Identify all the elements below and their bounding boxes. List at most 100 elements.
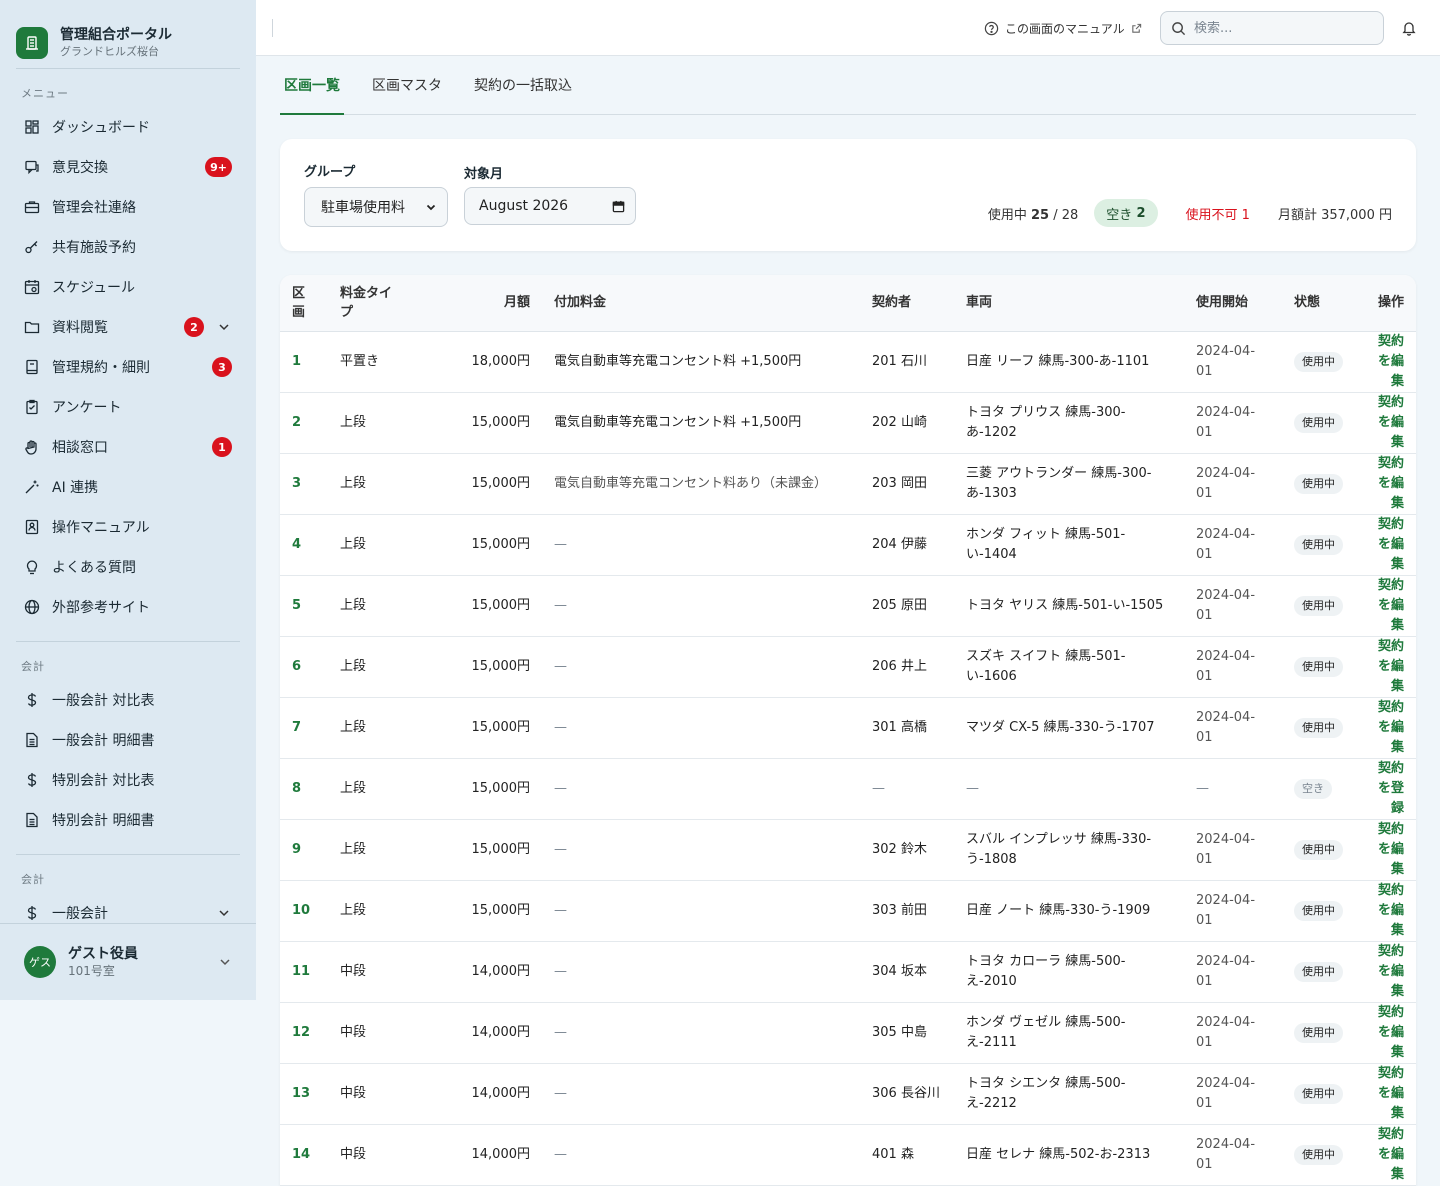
search-input[interactable] bbox=[1194, 20, 1364, 36]
col-action: 操作 bbox=[1356, 275, 1416, 332]
col-amount[interactable]: 月額 bbox=[414, 275, 542, 332]
sidebar-item-manual-10[interactable]: 操作マニュアル bbox=[0, 507, 256, 547]
sidebar-item-book-6[interactable]: 管理規約・細則 3 bbox=[0, 347, 256, 387]
amount-cell: 15,000円 bbox=[414, 453, 542, 515]
start-date-cell: 2024-04-01 bbox=[1184, 819, 1282, 881]
sidebar-item-hand-8[interactable]: 相談窓口 1 bbox=[0, 427, 256, 467]
amount-cell: 14,000円 bbox=[414, 1002, 542, 1064]
status-badge: 使用中 bbox=[1294, 473, 1343, 494]
lot-number[interactable]: 5 bbox=[280, 575, 328, 637]
contractor-cell: 303 前田 bbox=[860, 880, 954, 942]
table-row[interactable]: 11 中段 14,000円 —304 坂本 トヨタ カローラ 練馬-500-え-2010… bbox=[280, 941, 1416, 1003]
bell-icon[interactable] bbox=[1400, 19, 1418, 37]
sidebar-item-document-1[interactable]: 一般会計 明細書 bbox=[0, 720, 256, 760]
edit-contract-link[interactable]: 契約を編集 bbox=[1378, 578, 1404, 633]
start-date-cell: 2024-04-01 bbox=[1184, 1063, 1282, 1125]
amount-cell: 15,000円 bbox=[414, 392, 542, 454]
contractor-cell: 304 坂本 bbox=[860, 941, 954, 1003]
table-row[interactable]: 9 上段 15,000円 —302 鈴木 スバル インプレッサ 練馬-330-う-180… bbox=[280, 819, 1416, 881]
lot-number[interactable]: 2 bbox=[280, 392, 328, 454]
lot-number[interactable]: 13 bbox=[280, 1063, 328, 1125]
user-menu[interactable]: ゲス ゲスト役員 101号室 bbox=[0, 923, 256, 1000]
table-row[interactable]: 14 中段 14,000円 —401 森日産 セレナ 練馬-502-お-2313 202… bbox=[280, 1124, 1416, 1186]
action-cell: 契約を編集 bbox=[1356, 331, 1416, 393]
brand[interactable]: 管理組合ポータル グランドヒルズ桜台 bbox=[0, 0, 256, 68]
table-row[interactable]: 2 上段 15,000円 電気自動車等充電コンセント料 +1,500円 202 山崎 トヨ… bbox=[280, 392, 1416, 454]
sidebar-item-dollar-0[interactable]: 一般会計 対比表 bbox=[0, 680, 256, 720]
sidebar-item-globe-12[interactable]: 外部参考サイト bbox=[0, 587, 256, 627]
col-vehicle[interactable]: 車両 bbox=[954, 275, 1184, 332]
lot-number[interactable]: 6 bbox=[280, 636, 328, 698]
table-row[interactable]: 1 平置き 18,000円 電気自動車等充電コンセント料 +1,500円 201 石川日… bbox=[280, 331, 1416, 393]
sidebar-item-grid-0[interactable]: ダッシュボード bbox=[0, 107, 256, 147]
table-row[interactable]: 4 上段 15,000円 —204 伊藤 ホンダ フィット 練馬-501-い-1404 2… bbox=[280, 514, 1416, 576]
tab-0[interactable]: 区画一覧 bbox=[280, 55, 344, 115]
tab-1[interactable]: 区画マスタ bbox=[368, 55, 446, 114]
lot-number[interactable]: 11 bbox=[280, 941, 328, 1003]
edit-contract-link[interactable]: 契約を編集 bbox=[1378, 456, 1404, 511]
manual-link[interactable]: この画面のマニュアル bbox=[984, 18, 1142, 38]
search-box[interactable] bbox=[1160, 11, 1384, 45]
status-cell: 使用中 bbox=[1282, 819, 1356, 881]
sidebar-item-briefcase-2[interactable]: 管理会社連絡 bbox=[0, 187, 256, 227]
edit-contract-link[interactable]: 契約を編集 bbox=[1378, 334, 1404, 389]
extra-fee-cell: — bbox=[542, 697, 860, 759]
table-row[interactable]: 8 上段 15,000円 — — — — 空き 契約を登録 bbox=[280, 758, 1416, 820]
table-row[interactable]: 6 上段 15,000円 —206 井上 スズキ スイフト 練馬-501-い-1606 2… bbox=[280, 636, 1416, 698]
tab-2[interactable]: 契約の一括取込 bbox=[470, 55, 576, 114]
sidebar-item-key-3[interactable]: 共有施設予約 bbox=[0, 227, 256, 267]
edit-contract-link[interactable]: 契約を編集 bbox=[1378, 1066, 1404, 1121]
main-content: 区画一覧 区画マスタ 契約の一括取込 グループ 駐車場使用料 対象月 August … bbox=[280, 55, 1416, 1186]
lot-number[interactable]: 12 bbox=[280, 1002, 328, 1064]
briefcase-icon bbox=[24, 199, 40, 215]
sidebar-item-calendar-4[interactable]: スケジュール bbox=[0, 267, 256, 307]
sidebar-item-folder-5[interactable]: 資料閲覧 2 bbox=[0, 307, 256, 347]
lot-number[interactable]: 1 bbox=[280, 331, 328, 393]
edit-contract-link[interactable]: 契約を編集 bbox=[1378, 944, 1404, 999]
sidebar-item-document-3[interactable]: 特別会計 明細書 bbox=[0, 800, 256, 840]
lot-number[interactable]: 8 bbox=[280, 758, 328, 820]
col-start[interactable]: 使用開始 bbox=[1184, 275, 1282, 332]
register-contract-link[interactable]: 契約を登録 bbox=[1378, 761, 1404, 816]
edit-contract-link[interactable]: 契約を編集 bbox=[1378, 639, 1404, 694]
status-badge: 使用中 bbox=[1294, 412, 1343, 433]
table-row[interactable]: 10 上段 15,000円 —303 前田 日産 ノート 練馬-330-う-1909 20… bbox=[280, 880, 1416, 942]
lot-number[interactable]: 3 bbox=[280, 453, 328, 515]
lot-number[interactable]: 10 bbox=[280, 880, 328, 942]
group-select[interactable]: 駐車場使用料 bbox=[304, 187, 448, 227]
edit-contract-link[interactable]: 契約を編集 bbox=[1378, 1127, 1404, 1182]
edit-contract-link[interactable]: 契約を編集 bbox=[1378, 395, 1404, 450]
col-status[interactable]: 状態 bbox=[1282, 275, 1356, 332]
sidebar-item-bulb-11[interactable]: よくある質問 bbox=[0, 547, 256, 587]
lot-number[interactable]: 9 bbox=[280, 819, 328, 881]
table-row[interactable]: 3 上段 15,000円 電気自動車等充電コンセント料あり（未課金） 203 岡田 三菱 … bbox=[280, 453, 1416, 515]
lot-number[interactable]: 7 bbox=[280, 697, 328, 759]
action-cell: 契約を登録 bbox=[1356, 758, 1416, 820]
col-contractor[interactable]: 契約者 bbox=[860, 275, 954, 332]
edit-contract-link[interactable]: 契約を編集 bbox=[1378, 883, 1404, 938]
table-row[interactable]: 13 中段 14,000円 —306 長谷川 トヨタ シエンタ 練馬-500-え-221… bbox=[280, 1063, 1416, 1125]
sidebar-item-chat-1[interactable]: 意見交換 9+ bbox=[0, 147, 256, 187]
table-row[interactable]: 12 中段 14,000円 —305 中島 ホンダ ヴェゼル 練馬-500-え-2111… bbox=[280, 1002, 1416, 1064]
avatar: ゲス bbox=[24, 946, 56, 978]
menu-section-label: メニュー bbox=[21, 87, 69, 100]
edit-contract-link[interactable]: 契約を編集 bbox=[1378, 517, 1404, 572]
status-badge: 使用中 bbox=[1294, 717, 1343, 738]
col-lot[interactable]: 区画 bbox=[280, 275, 328, 332]
lot-number[interactable]: 4 bbox=[280, 514, 328, 576]
sidebar-item-dollar-2[interactable]: 特別会計 対比表 bbox=[0, 760, 256, 800]
edit-contract-link[interactable]: 契約を編集 bbox=[1378, 700, 1404, 755]
month-input[interactable]: August 2026 bbox=[464, 187, 636, 225]
edit-contract-link[interactable]: 契約を編集 bbox=[1378, 822, 1404, 877]
col-extra[interactable]: 付加料金 bbox=[542, 275, 860, 332]
table-row[interactable]: 7 上段 15,000円 —301 高橋 マツダ CX-5 練馬-330-う-1707 2… bbox=[280, 697, 1416, 759]
table-row[interactable]: 5 上段 15,000円 —205 原田 トヨタ ヤリス 練馬-501-い-1505 20… bbox=[280, 575, 1416, 637]
vehicle-cell: ホンダ フィット 練馬-501-い-1404 bbox=[954, 514, 1184, 576]
col-fee-type[interactable]: 料金タイプ bbox=[328, 275, 414, 332]
sidebar-item-label: 一般会計 bbox=[52, 906, 108, 922]
sidebar-item-clipboard-7[interactable]: アンケート bbox=[0, 387, 256, 427]
lot-number[interactable]: 14 bbox=[280, 1124, 328, 1186]
edit-contract-link[interactable]: 契約を編集 bbox=[1378, 1005, 1404, 1060]
fee-type-cell: 中段 bbox=[328, 941, 414, 1003]
sidebar-item-wand-9[interactable]: AI 連携 bbox=[0, 467, 256, 507]
